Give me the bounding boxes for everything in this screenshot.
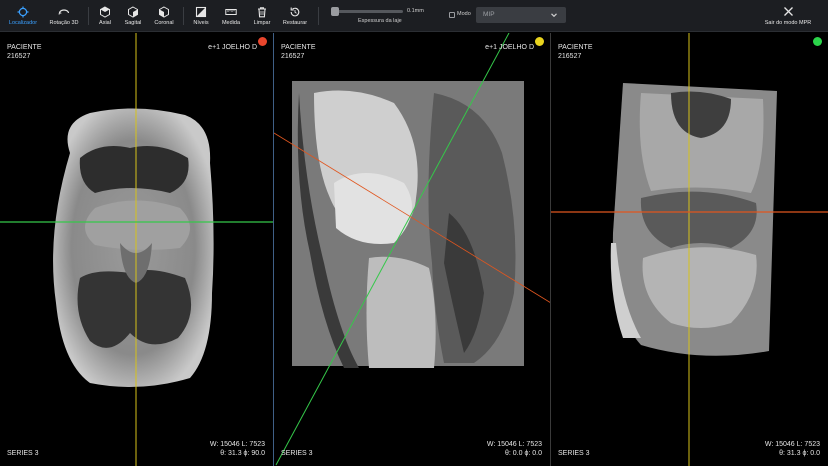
cube-coronal-icon bbox=[159, 6, 169, 18]
restore-icon bbox=[290, 7, 300, 17]
restore-label: Restaurar bbox=[282, 20, 308, 26]
viewport-indicator-green bbox=[813, 37, 822, 46]
levels-button[interactable]: Níveis bbox=[184, 3, 218, 29]
window-level: W: 15046 L: 7523 bbox=[486, 441, 542, 448]
slab-thickness-value: 0.1mm bbox=[407, 8, 424, 14]
slab-thickness-label: Espessura da laje bbox=[358, 18, 402, 24]
clear-button[interactable]: Limpar bbox=[245, 3, 279, 29]
window-level: W: 15046 L: 7523 bbox=[209, 441, 265, 448]
ruler-icon bbox=[225, 9, 237, 15]
patient-id: 216527 bbox=[281, 53, 305, 60]
series-label: SERIES 3 bbox=[558, 450, 590, 457]
angle-info: θ: 31.3 ϕ: 0.0 bbox=[779, 450, 820, 457]
axial-label: Axial bbox=[99, 20, 111, 26]
levels-label: Níveis bbox=[193, 20, 209, 26]
chevron-down-icon bbox=[551, 13, 557, 18]
patient-info: PACIENTE 216527 bbox=[7, 43, 42, 61]
viewport-indicator-yellow bbox=[535, 37, 544, 46]
localizer-label: Localizador bbox=[8, 20, 38, 26]
levels-icon bbox=[195, 6, 207, 18]
patient-info: PACIENTE 216527 bbox=[558, 43, 593, 61]
patient-label: PACIENTE bbox=[558, 44, 593, 51]
mode-select-value: MIP bbox=[483, 11, 495, 18]
measure-button[interactable]: Medida bbox=[214, 3, 248, 29]
patient-id: 216527 bbox=[7, 53, 31, 60]
slider-handle[interactable] bbox=[331, 7, 339, 16]
coronal-viewport[interactable]: PACIENTE 216527 W: 15046 L: 7523 θ: 31.3… bbox=[551, 33, 828, 466]
patient-label: PACIENTE bbox=[7, 44, 42, 51]
axial-scan-image bbox=[0, 33, 273, 466]
viewport-indicator-red bbox=[258, 37, 267, 46]
exit-mpr-button[interactable]: Sair do modo MPR bbox=[763, 4, 813, 30]
window-level: W: 15046 L: 7523 bbox=[764, 441, 820, 448]
series-label: SERIES 3 bbox=[281, 450, 313, 457]
study-name: e+1 JOELHO D bbox=[208, 44, 257, 51]
close-icon bbox=[783, 7, 793, 16]
series-label: SERIES 3 bbox=[7, 450, 39, 457]
coronal-label: Coronal bbox=[154, 20, 174, 26]
clear-label: Limpar bbox=[253, 20, 271, 26]
patient-label: PACIENTE bbox=[281, 44, 316, 51]
exit-mpr-label: Sair do modo MPR bbox=[764, 20, 812, 26]
window-level-info: W: 15046 L: 7523 θ: 0.0 ϕ: 0.0 bbox=[487, 440, 542, 458]
sagittal-scan-image bbox=[274, 33, 550, 466]
cube-axial-icon bbox=[100, 6, 110, 18]
trash-icon bbox=[258, 7, 266, 18]
sagittal-label: Sagital bbox=[124, 20, 142, 26]
restore-button[interactable]: Restaurar bbox=[278, 3, 312, 29]
angle-info: θ: 0.0 ϕ: 0.0 bbox=[505, 450, 542, 457]
slab-thickness-slider[interactable] bbox=[331, 7, 403, 16]
mode-label: Modo bbox=[457, 11, 471, 17]
angle-info: θ: 31.3 ϕ: 90.0 bbox=[220, 450, 265, 457]
crosshair-icon bbox=[17, 6, 29, 18]
patient-info: PACIENTE 216527 bbox=[281, 43, 316, 61]
axial-viewport[interactable]: PACIENTE 216527 e+1 JOELHO D SERIES 3 W:… bbox=[0, 33, 274, 466]
coronal-button[interactable]: Coronal bbox=[147, 3, 181, 29]
mode-checkbox[interactable] bbox=[449, 12, 455, 18]
window-level-info: W: 15046 L: 7523 θ: 31.3 ϕ: 0.0 bbox=[765, 440, 820, 458]
rotate-3d-button[interactable]: Rotação 3D bbox=[47, 3, 81, 29]
sagittal-viewport[interactable]: PACIENTE 216527 e+1 JOELHO D SERIES 3 W:… bbox=[274, 33, 551, 466]
window-level-info: W: 15046 L: 7523 θ: 31.3 ϕ: 90.0 bbox=[210, 440, 265, 458]
cube-sagittal-icon bbox=[128, 6, 138, 18]
study-name: e+1 JOELHO D bbox=[485, 44, 534, 51]
toolbar-divider bbox=[318, 7, 319, 25]
mode-select[interactable]: MIP bbox=[476, 7, 566, 23]
coronal-scan-image bbox=[551, 33, 828, 466]
rotate-3d-icon bbox=[58, 9, 70, 15]
rotate-3d-label: Rotação 3D bbox=[49, 20, 79, 26]
measure-label: Medida bbox=[221, 20, 241, 26]
patient-id: 216527 bbox=[558, 53, 582, 60]
localizer-button[interactable]: Localizador bbox=[6, 3, 40, 29]
mpr-toolbar: Localizador Rotação 3D Axial Sagital Cor… bbox=[0, 0, 828, 32]
sagittal-button[interactable]: Sagital bbox=[116, 3, 150, 29]
